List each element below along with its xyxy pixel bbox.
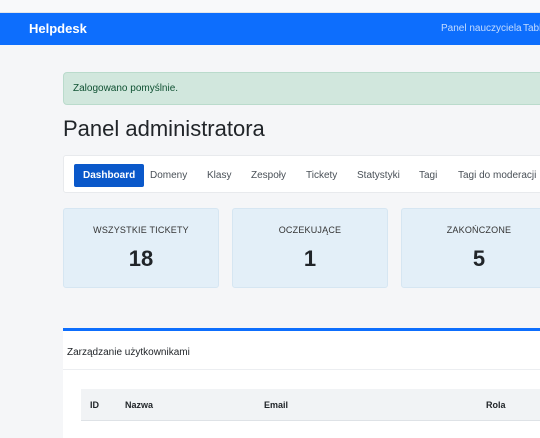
stat-card-all-tickets: WSZYSTKIE TICKETY 18 (63, 208, 219, 288)
tab-zespoly[interactable]: Zespoły (251, 164, 286, 187)
page-title: Panel administratora (63, 116, 265, 141)
tab-statystyki[interactable]: Statystyki (357, 164, 400, 187)
stat-label: OCZEKUJĄCE (278, 225, 342, 235)
tab-dashboard[interactable]: Dashboard (74, 164, 145, 187)
tab-tickety[interactable]: Tickety (306, 164, 337, 187)
users-panel: Zarządzanie użytkownikami ID Nazwa Email… (63, 328, 540, 438)
success-alert: Zalogowano pomyślnie. (63, 72, 540, 105)
tab-klasy[interactable]: Klasy (207, 164, 231, 187)
column-header-email[interactable]: Email (264, 400, 288, 410)
stat-label: WSZYSTKIE TICKETY (93, 225, 189, 235)
stat-card-completed: ZAKOŃCZONE 5 (401, 208, 540, 288)
column-header-id[interactable]: ID (90, 400, 99, 410)
stat-card-pending: OCZEKUJĄCE 1 (232, 208, 388, 288)
admin-tab-bar: Dashboard Domeny Klasy Zespoły Tickety S… (63, 155, 540, 193)
tab-tagi[interactable]: Tagi (419, 164, 437, 187)
stat-value: 18 (128, 246, 154, 271)
nav-link-tablica[interactable]: Tabl (523, 23, 540, 34)
nav-link-panel-nauczyciela[interactable]: Panel nauczyciela (441, 23, 522, 34)
column-header-rola[interactable]: Rola (486, 400, 506, 410)
tab-tagi-do-moderacji[interactable]: Tagi do moderacji (458, 164, 536, 187)
panel-divider (63, 369, 540, 370)
stat-label: ZAKOŃCZONE (446, 225, 512, 235)
stat-value: 1 (303, 246, 317, 271)
brand-logo[interactable]: Helpdesk (29, 21, 87, 36)
browser-top-strip (0, 0, 540, 13)
tab-domeny[interactable]: Domeny (150, 164, 187, 187)
navbar: Helpdesk Panel nauczyciela Tabl (0, 13, 540, 45)
stat-value: 5 (472, 246, 486, 271)
users-table-header: ID Nazwa Email Rola (81, 389, 540, 421)
users-panel-title: Zarządzanie użytkownikami (67, 347, 190, 358)
column-header-nazwa[interactable]: Nazwa (125, 400, 153, 410)
